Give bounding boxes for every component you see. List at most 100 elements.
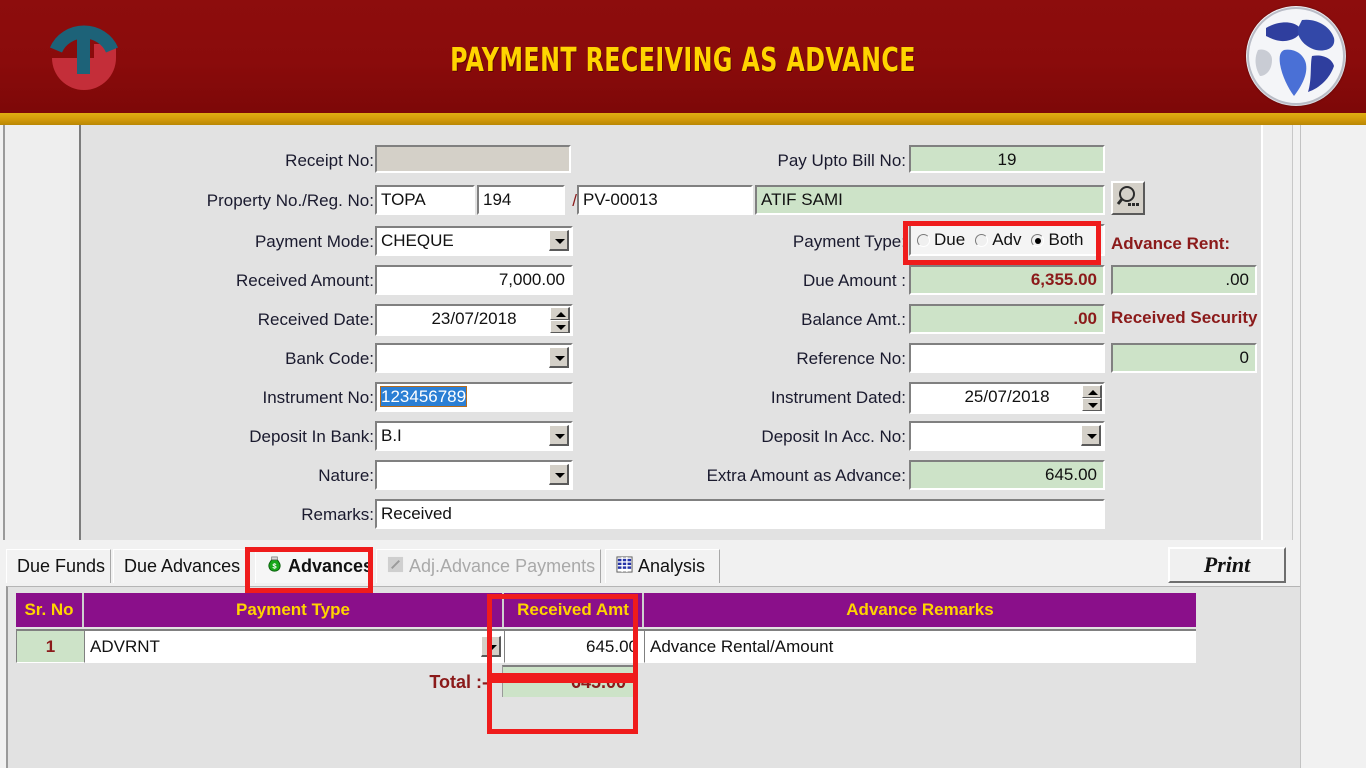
extra-amount-label: Extra Amount as Advance: bbox=[706, 466, 906, 485]
due-amount-label: Due Amount : bbox=[802, 271, 906, 290]
instrument-no-field[interactable]: 123456789 bbox=[375, 382, 573, 412]
property-reg-label: Property No./Reg. No: bbox=[206, 191, 374, 210]
tab-due-funds-label: Due Funds bbox=[17, 556, 106, 576]
grid-icon bbox=[616, 555, 633, 578]
advances-grid-header: Sr. No Payment Type Received Amt Advance… bbox=[16, 593, 1196, 627]
radio-icon-both[interactable] bbox=[1031, 233, 1045, 247]
table-row[interactable]: 1 ADVRNT 645.00 Advance Rental/Amount bbox=[16, 629, 1196, 663]
payment-type-option-due-label: Due bbox=[934, 230, 966, 249]
instrument-dated-stepper[interactable] bbox=[1082, 385, 1102, 411]
instrument-no-label: Instrument No: bbox=[262, 388, 375, 407]
nature-chevron-down-icon[interactable] bbox=[549, 464, 569, 485]
advance-rent-label: Advance Rent: bbox=[1111, 234, 1231, 253]
tab-due-advances[interactable]: Due Advances bbox=[113, 549, 248, 583]
nature-select[interactable] bbox=[375, 460, 573, 490]
bank-code-label: Bank Code: bbox=[285, 349, 374, 368]
column-header-sr-no: Sr. No bbox=[16, 593, 84, 627]
property-number-field[interactable]: 194 bbox=[477, 185, 565, 215]
received-amount-field[interactable]: 7,000.00 bbox=[375, 265, 573, 295]
remarks-label: Remarks: bbox=[301, 505, 374, 524]
received-security-label: Received Security bbox=[1111, 308, 1258, 327]
page-title: PAYMENT RECEIVING AS ADVANCE bbox=[450, 40, 916, 79]
payment-type-option-adv-label: Adv bbox=[992, 230, 1022, 249]
instrument-dated-field[interactable]: 25/07/2018 bbox=[909, 382, 1105, 414]
print-button-label: Print bbox=[1203, 552, 1251, 577]
reference-no-field[interactable] bbox=[909, 343, 1105, 373]
received-date-field[interactable]: 23/07/2018 bbox=[375, 304, 573, 336]
instrument-dated-stepper-down-icon[interactable] bbox=[1082, 398, 1102, 411]
payment-type-radio-group[interactable]: Due Adv Both bbox=[909, 224, 1105, 256]
cell-advance-remarks[interactable]: Advance Rental/Amount bbox=[644, 629, 1196, 663]
column-header-received-amt: Received Amt bbox=[504, 593, 644, 627]
bank-code-chevron-down-icon[interactable] bbox=[549, 347, 569, 368]
header-underline bbox=[0, 113, 1366, 125]
form-outer-panel: Receipt No: Property No./Reg. No: TOPA 1… bbox=[3, 125, 1293, 540]
tenant-name-field: ATIF SAMI bbox=[755, 185, 1105, 215]
payment-mode-label: Payment Mode: bbox=[254, 232, 374, 251]
reg-no-field[interactable]: PV-00013 bbox=[577, 185, 753, 215]
print-button[interactable]: Print bbox=[1168, 547, 1286, 583]
column-header-payment-type: Payment Type bbox=[84, 593, 504, 627]
cell-received-amt[interactable]: 645.00 bbox=[504, 629, 644, 663]
total-value: 645.00 bbox=[502, 665, 634, 697]
nature-label: Nature: bbox=[318, 466, 374, 485]
balance-amt-field: .00 bbox=[909, 304, 1105, 334]
payment-mode-select[interactable]: CHEQUE bbox=[375, 226, 573, 256]
tab-advances-label: Advances bbox=[288, 556, 374, 576]
tab-due-funds[interactable]: Due Funds bbox=[6, 549, 111, 583]
tab-adj-advance-payments-label: Adj.Advance Payments bbox=[409, 556, 596, 576]
property-code-field[interactable]: TOPA bbox=[375, 185, 475, 215]
reference-no-label: Reference No: bbox=[796, 349, 906, 368]
deposit-in-bank-select[interactable]: B.I bbox=[375, 421, 573, 451]
payment-type-label: Payment Type: bbox=[792, 232, 906, 251]
remarks-field[interactable]: Received bbox=[375, 499, 1105, 529]
radio-icon-adv[interactable] bbox=[975, 233, 989, 247]
tab-advances[interactable]: $ Advances bbox=[255, 549, 374, 583]
received-date-stepper[interactable] bbox=[550, 307, 570, 333]
instrument-no-value: 123456789 bbox=[379, 386, 468, 407]
receipt-no-label: Receipt No: bbox=[285, 151, 374, 170]
deposit-in-acc-chevron-down-icon[interactable] bbox=[1081, 425, 1101, 446]
money-bag-icon: $ bbox=[266, 556, 283, 578]
receipt-no-field[interactable] bbox=[375, 145, 571, 173]
bank-code-select[interactable] bbox=[375, 343, 573, 373]
total-label: Total :- bbox=[429, 672, 488, 692]
deposit-in-acc-select[interactable] bbox=[909, 421, 1105, 451]
cell-payment-type-value: ADVRNT bbox=[90, 636, 160, 656]
received-date-stepper-down-icon[interactable] bbox=[550, 320, 570, 333]
workspace: Receipt No: Property No./Reg. No: TOPA 1… bbox=[0, 125, 1366, 768]
pay-upto-bill-label: Pay Upto Bill No: bbox=[777, 151, 907, 170]
deposit-in-bank-chevron-down-icon[interactable] bbox=[549, 425, 569, 446]
extra-amount-field: 645.00 bbox=[909, 460, 1105, 490]
cell-sr-no: 1 bbox=[16, 629, 84, 663]
radio-icon-due[interactable] bbox=[917, 233, 930, 247]
received-amount-label: Received Amount: bbox=[236, 271, 374, 290]
instrument-dated-label: Instrument Dated: bbox=[770, 388, 906, 407]
tab-bar: Due Funds Due Advances $ Advances Adj.Ad… bbox=[6, 549, 1286, 585]
payment-form-panel: Receipt No: Property No./Reg. No: TOPA 1… bbox=[79, 125, 1263, 540]
magnifier-icon[interactable] bbox=[1111, 181, 1145, 215]
tab-due-advances-label: Due Advances bbox=[124, 556, 241, 576]
advances-grid: Sr. No Payment Type Received Amt Advance… bbox=[6, 586, 1300, 768]
app-header-banner: PAYMENT RECEIVING AS ADVANCE bbox=[0, 0, 1366, 113]
payment-type-option-adv[interactable]: Adv bbox=[975, 230, 1021, 250]
company-logo bbox=[34, 6, 134, 106]
tab-analysis-label: Analysis bbox=[638, 556, 706, 576]
cell-payment-type[interactable]: ADVRNT bbox=[84, 629, 504, 663]
payment-type-option-both-label: Both bbox=[1048, 230, 1084, 249]
column-header-advance-remarks: Advance Remarks bbox=[644, 593, 1196, 627]
right-rail bbox=[1300, 125, 1314, 768]
advance-rent-field: .00 bbox=[1111, 265, 1257, 295]
received-date-stepper-up-icon[interactable] bbox=[550, 307, 570, 320]
tab-adj-advance-payments: Adj.Advance Payments bbox=[376, 549, 601, 583]
payment-type-option-due[interactable]: Due bbox=[917, 230, 965, 250]
received-date-label: Received Date: bbox=[257, 310, 374, 329]
due-amount-field: 6,355.00 bbox=[909, 265, 1105, 295]
received-security-field: 0 bbox=[1111, 343, 1257, 373]
deposit-in-bank-label: Deposit In Bank: bbox=[249, 427, 374, 446]
payment-mode-chevron-down-icon[interactable] bbox=[549, 230, 569, 251]
payment-type-option-both[interactable]: Both bbox=[1031, 230, 1083, 250]
instrument-dated-stepper-up-icon[interactable] bbox=[1082, 385, 1102, 398]
tab-analysis[interactable]: Analysis bbox=[605, 549, 720, 583]
payment-type-row-chevron-down-icon[interactable] bbox=[481, 636, 501, 657]
